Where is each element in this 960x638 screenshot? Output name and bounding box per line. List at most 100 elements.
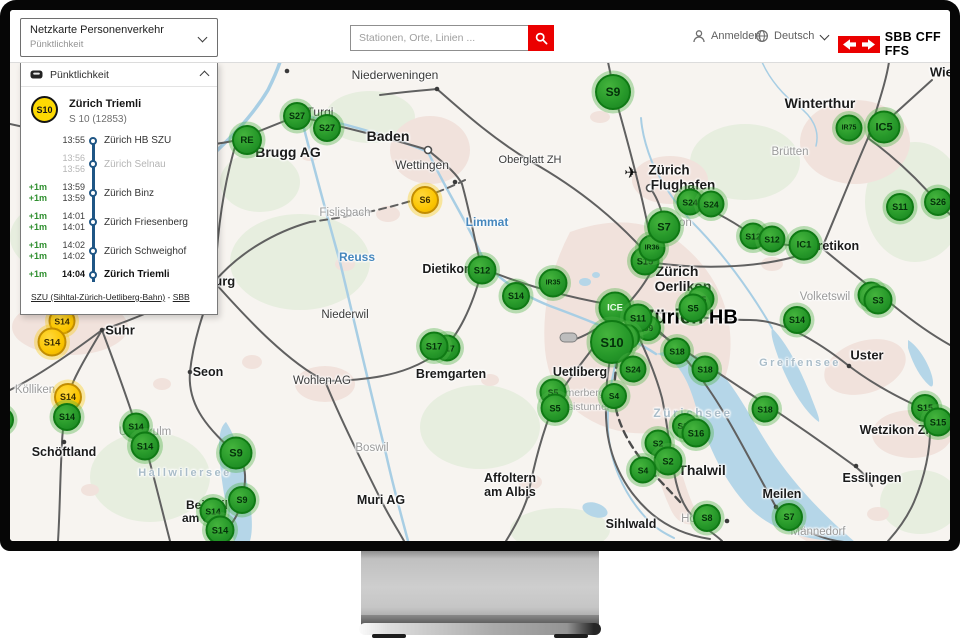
line-badge-s27[interactable]: S27 bbox=[283, 102, 311, 130]
login-label: Anmelden bbox=[711, 30, 761, 42]
map-label: Uster bbox=[850, 348, 883, 363]
sbb-link[interactable]: SBB bbox=[173, 292, 190, 302]
line-badge-s6[interactable]: S6 bbox=[411, 186, 439, 214]
line-badge-s17[interactable]: S17 bbox=[420, 332, 449, 361]
map-label: Niederwil bbox=[321, 309, 368, 321]
map-label: Affoltern bbox=[484, 471, 536, 485]
line-badge-s18[interactable]: S18 bbox=[692, 356, 719, 383]
login-button[interactable]: Anmelden bbox=[692, 10, 761, 62]
line-badge-s4[interactable]: S4 bbox=[601, 383, 627, 409]
map-label: Bremgarten bbox=[416, 367, 486, 381]
stop-marker bbox=[89, 189, 97, 197]
line-badge-ir35[interactable]: IR35 bbox=[539, 269, 568, 298]
line-badge-s7[interactable]: S7 bbox=[775, 503, 803, 531]
map-label: Thalwil bbox=[678, 462, 725, 478]
line-badge-s3[interactable]: S3 bbox=[864, 286, 893, 315]
map-label: Brugg AG bbox=[255, 144, 321, 160]
language-label: Deutsch bbox=[774, 30, 814, 42]
monitor-foot-right bbox=[554, 634, 588, 638]
layer-subtitle: Pünktlichkeit bbox=[30, 39, 208, 50]
train-icon bbox=[30, 70, 43, 80]
stop-marker bbox=[89, 218, 97, 226]
map-label: Zürich bbox=[648, 163, 689, 178]
search-bar bbox=[350, 25, 554, 51]
sbb-flag-icon bbox=[838, 36, 880, 53]
search-button[interactable] bbox=[528, 25, 554, 51]
train-summary: S10 Zürich Triemli S 10 (12853) bbox=[21, 87, 217, 129]
map-label: Greifensee bbox=[759, 357, 841, 369]
line-badge-s14[interactable]: S14 bbox=[502, 282, 530, 310]
line-badge-s9[interactable]: S9 bbox=[220, 437, 253, 470]
layer-selector-dropdown[interactable]: Netzkarte Personenverkehr Pünktlichkeit bbox=[20, 18, 218, 57]
line-badge-s14[interactable]: S14 bbox=[783, 306, 811, 334]
line-badge-s24[interactable]: S24 bbox=[698, 191, 725, 218]
map-label: Limmat bbox=[466, 215, 509, 229]
line-badge-s26[interactable]: S26 bbox=[924, 188, 950, 216]
monitor-bezel: NiederweningenTurgiBadenBrugg AGWettinge… bbox=[0, 0, 960, 551]
stop-name: Zürich Friesenberg bbox=[104, 217, 188, 228]
line-badge-s10: S10 bbox=[31, 96, 58, 123]
panel-footer: SZU (Sihltal-Zürich-Uetliberg-Bahn) - SB… bbox=[21, 287, 217, 310]
map-label: Wettingen bbox=[395, 158, 449, 172]
line-badge-s27[interactable]: S27 bbox=[313, 114, 341, 142]
map-label: Winterthur bbox=[785, 95, 856, 111]
map-label: Muri AG bbox=[357, 493, 405, 507]
map-label: Baden bbox=[367, 128, 410, 144]
map-label: Brütten bbox=[771, 146, 808, 158]
globe-icon bbox=[755, 29, 769, 43]
line-badge-s18[interactable]: S18 bbox=[664, 338, 691, 365]
line-badge-s14[interactable]: S14 bbox=[53, 403, 81, 431]
chevron-up-icon[interactable] bbox=[200, 71, 210, 81]
line-badge-re[interactable]: RE bbox=[232, 125, 262, 155]
map-label: Kölliken bbox=[15, 384, 55, 396]
line-badge-s8[interactable]: S8 bbox=[693, 504, 721, 532]
map-label: am Albis bbox=[484, 485, 536, 499]
line-badge-s7[interactable]: S7 bbox=[648, 211, 681, 244]
line-badge-s14[interactable]: S14 bbox=[131, 432, 160, 461]
language-selector[interactable]: Deutsch bbox=[755, 10, 828, 62]
line-badge-s12[interactable]: S12 bbox=[759, 226, 786, 253]
line-badge-ic1[interactable]: IC1 bbox=[789, 230, 820, 261]
search-input[interactable] bbox=[350, 25, 528, 51]
footer-separator: - bbox=[165, 292, 173, 302]
chevron-down-icon bbox=[820, 30, 830, 40]
line-badge-s11[interactable]: S11 bbox=[886, 193, 914, 221]
line-badge-ic5[interactable]: IC5 bbox=[868, 111, 901, 144]
line-badge-s24[interactable]: S24 bbox=[620, 356, 647, 383]
line-badge-s16[interactable]: S16 bbox=[682, 419, 711, 448]
sbb-logo: SBB CFF FFS bbox=[838, 30, 950, 58]
line-badge-s14[interactable]: S14 bbox=[206, 516, 235, 542]
layer-title: Netzkarte Personenverkehr bbox=[30, 24, 208, 36]
stop-marker bbox=[89, 247, 97, 255]
stops-list: 13:55Zürich HB SZU 13:5613:56Zürich Selna… bbox=[21, 129, 217, 280]
line-badge-s12[interactable]: S12 bbox=[468, 256, 497, 285]
map-label: Männedorf bbox=[791, 526, 846, 538]
stop-name: Zürich HB SZU bbox=[104, 135, 171, 146]
line-badge-s5[interactable]: S5 bbox=[541, 394, 570, 423]
line-badge-s2[interactable]: S2 bbox=[654, 447, 683, 476]
line-badge-s18[interactable]: S18 bbox=[752, 396, 779, 423]
line-badge-s9[interactable]: S9 bbox=[595, 74, 631, 110]
stop-name: Zürich Schweighof bbox=[104, 246, 186, 257]
punctuality-panel: Pünktlichkeit S10 Zürich Triemli S 10 (1… bbox=[20, 62, 218, 315]
line-badge-s9[interactable]: S9 bbox=[228, 486, 256, 514]
app-screen: NiederweningenTurgiBadenBrugg AGWettinge… bbox=[10, 10, 950, 541]
line-badge-s14[interactable]: S14 bbox=[38, 328, 67, 357]
panel-header[interactable]: Pünktlichkeit bbox=[21, 63, 217, 87]
stop-row: +1m+1m14:0114:01Zürich Friesenberg bbox=[25, 211, 211, 233]
line-badge-s4[interactable]: S4 bbox=[630, 457, 657, 484]
stop-row: 13:5613:56Zürich Selnau bbox=[25, 153, 211, 175]
stop-row: 13:55Zürich HB SZU bbox=[25, 135, 211, 146]
panel-title: Pünktlichkeit bbox=[50, 69, 109, 81]
line-badge-ir75[interactable]: IR75 bbox=[836, 115, 863, 142]
train-line-info: S 10 (12853) bbox=[69, 114, 141, 125]
line-badge-s15[interactable]: S15 bbox=[924, 408, 951, 437]
stop-marker bbox=[89, 160, 97, 168]
line-badge-s5[interactable]: S5 bbox=[679, 294, 708, 323]
user-icon bbox=[692, 29, 706, 43]
operator-link[interactable]: SZU (Sihltal-Zürich-Uetliberg-Bahn) bbox=[31, 292, 165, 302]
sbb-logo-text: SBB CFF FFS bbox=[885, 30, 950, 58]
monitor-foot-left bbox=[372, 634, 406, 638]
stop-row: +1m14:04Zürich Triemli bbox=[25, 269, 211, 280]
map-label: Fislisbach bbox=[319, 207, 370, 219]
